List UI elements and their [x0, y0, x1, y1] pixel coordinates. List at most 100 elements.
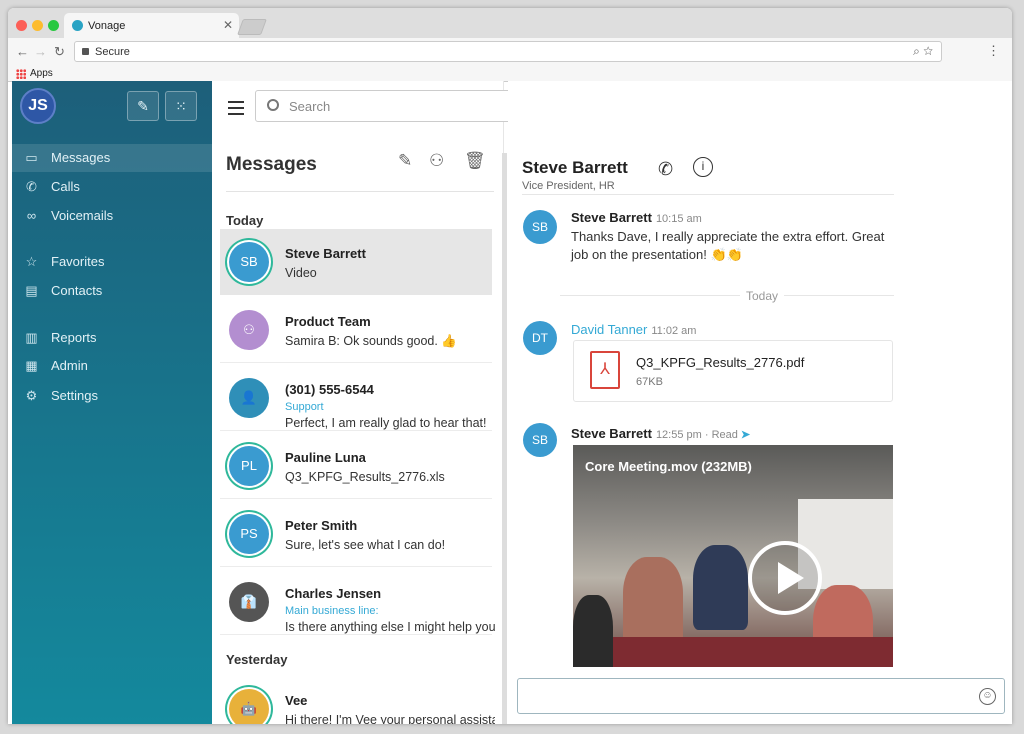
trash-icon[interactable]: 🗑 [464, 151, 486, 171]
dialpad-icon[interactable]: ⁙ [165, 91, 197, 121]
close-tab-icon[interactable]: ✕ [223, 18, 233, 32]
file-attachment[interactable]: ⅄ Q3_KPFG_Results_2776.pdf 67KB [573, 340, 893, 402]
address-bar[interactable]: Secure ⌕ ☆ [74, 41, 942, 62]
chat-icon: ▭ [25, 150, 38, 165]
phone-icon: ✆ [26, 179, 37, 194]
new-tab-button[interactable] [237, 19, 267, 35]
conversation-preview: Q3_KPFG_Results_2776.xls [285, 470, 445, 484]
hamburger-menu-icon[interactable] [228, 101, 244, 119]
conversation-preview: Samira B: Ok sounds good. 👍 [285, 334, 457, 348]
conversation-tag: Main business line: [285, 605, 379, 617]
browser-window: Vonage ✕ ← → ↻ Secure ⌕ ☆ ⋮ Apps JS ✎ ⁙ … [8, 8, 1012, 724]
sidebar-item-label: Calls [51, 179, 80, 194]
sidebar-item-settings[interactable]: ⚙ Settings [12, 382, 212, 410]
sender-avatar: SB [523, 210, 557, 244]
reload-icon[interactable]: ↻ [54, 44, 65, 60]
sender-avatar: SB [523, 423, 557, 457]
conversation-name: Pauline Luna [285, 450, 366, 465]
conversation-item[interactable]: ⚇ Product Team Samira B: Ok sounds good. 👍 [220, 297, 492, 363]
apps-bookmark[interactable]: Apps [30, 68, 53, 79]
sidebar-item-label: Admin [51, 358, 88, 373]
conversation-name: Charles Jensen [285, 586, 382, 601]
user-avatar[interactable]: JS [20, 88, 56, 124]
divider [226, 191, 494, 192]
conversation-preview: Video [285, 266, 317, 280]
tab-bar: Vonage ✕ [8, 8, 1012, 38]
sidebar-item-label: Settings [51, 388, 98, 403]
conversation-name: Peter Smith [285, 518, 358, 533]
chat-contact-name: Steve Barrett [522, 158, 628, 177]
gear-icon: ⚙ [25, 388, 38, 403]
sender-avatar: DT [523, 321, 557, 355]
browser-menu-icon[interactable]: ⋮ [987, 43, 1000, 59]
conversation-name: (301) 555-6544 [285, 382, 374, 397]
avatar: 👤 [229, 378, 269, 418]
voicemail-icon: ∞ [26, 208, 37, 223]
conversation-preview: Perfect, I am really glad to hear that! [285, 416, 487, 430]
avatar: SB [229, 242, 269, 282]
star-icon: ☆ [25, 254, 38, 269]
scrollbar[interactable] [502, 153, 507, 724]
conversation-item[interactable]: 🤖 Vee Hi there! I'm Vee your personal assi… [220, 676, 495, 724]
info-icon[interactable]: i [693, 157, 713, 177]
sidebar-item-contacts[interactable]: ▤ Contacts [12, 277, 212, 305]
conversation-name: Vee [285, 693, 308, 708]
message-input[interactable]: ☺ [517, 678, 1005, 714]
conversation-name: Steve Barrett [285, 246, 366, 261]
browser-toolbar: ← → ↻ Secure ⌕ ☆ ⋮ [8, 38, 1012, 66]
sidebar-item-favorites[interactable]: ☆ Favorites [12, 248, 212, 276]
minimize-window-button[interactable] [32, 20, 43, 31]
back-icon[interactable]: ← [16, 44, 29, 59]
call-icon[interactable]: ✆ [658, 159, 673, 180]
sidebar-item-messages[interactable]: ▭ Messages [12, 144, 212, 172]
avatar: ⚇ [229, 310, 269, 350]
message-text: Thanks Dave, I really appreciate the ext… [571, 229, 885, 262]
conversation-item[interactable]: 👤 (301) 555-6544 Support Perfect, I am real… [220, 365, 492, 431]
chat-panel: Steve Barrett Vice President, HR ✆ i SB … [508, 81, 1012, 724]
section-today: Today [226, 213, 264, 228]
sidebar: JS ✎ ⁙ ▭ Messages ✆ Calls ∞ Voicemails ☆ Favori… [12, 81, 212, 724]
conversation-name: Product Team [285, 314, 371, 329]
conversation-item[interactable]: PL Pauline Luna Q3_KPFG_Results_2776.xls [220, 433, 492, 499]
bookmark-star-icon[interactable]: ⌕ ☆ [913, 44, 933, 59]
sidebar-item-reports[interactable]: ▥ Reports [12, 324, 212, 352]
today-divider-label: Today [740, 289, 785, 303]
person-image [573, 595, 613, 667]
sidebar-item-voicemails[interactable]: ∞ Voicemails [12, 202, 212, 230]
reports-icon: ▥ [25, 330, 38, 345]
section-yesterday: Yesterday [226, 652, 288, 667]
video-attachment[interactable]: Core Meeting.mov (232MB) [573, 445, 893, 667]
message-sender: Steve Barrett 12:55 pm · Read ➤ [571, 426, 751, 441]
close-window-button[interactable] [16, 20, 27, 31]
sidebar-item-calls[interactable]: ✆ Calls [12, 173, 212, 201]
bookmarks-bar: Apps [8, 66, 1012, 82]
browser-tab[interactable]: Vonage ✕ [64, 13, 239, 38]
sidebar-item-admin[interactable]: ▦ Admin [12, 352, 212, 380]
chat-contact-title: Vice President, HR [522, 180, 615, 192]
video-title: Core Meeting.mov (232MB) [585, 459, 752, 474]
file-size: 67KB [636, 376, 663, 388]
play-icon[interactable] [748, 541, 822, 615]
emoji-icon[interactable]: ☺ [979, 688, 996, 705]
maximize-window-button[interactable] [48, 20, 59, 31]
conversation-preview: Hi there! I'm Vee your personal assistan… [285, 713, 495, 724]
new-message-icon[interactable]: ✎ [398, 151, 412, 171]
conversation-item[interactable]: 👔 Charles Jensen Main business line: Is the… [220, 569, 495, 635]
sidebar-item-label: Voicemails [51, 208, 114, 223]
message-time: 12:55 pm · Read [655, 429, 738, 441]
sidebar-item-label: Reports [51, 330, 97, 345]
conversation-item[interactable]: PS Peter Smith Sure, let's see what I can … [220, 501, 492, 567]
new-group-icon[interactable]: ⚇ [429, 151, 444, 171]
search-icon [267, 99, 279, 111]
search-placeholder: Search [289, 99, 331, 114]
sidebar-item-label: Contacts [51, 283, 103, 298]
compose-icon[interactable]: ✎ [127, 91, 159, 121]
file-name: Q3_KPFG_Results_2776.pdf [636, 355, 805, 370]
message-time: 11:02 am [651, 325, 697, 337]
message-sender: David Tanner 11:02 am [571, 322, 697, 337]
person-image [623, 557, 683, 647]
lock-icon [82, 48, 89, 55]
conversation-item[interactable]: SB Steve Barrett Video [220, 229, 492, 295]
forward-icon[interactable]: → [34, 44, 47, 59]
read-receipt-icon: ➤ [740, 429, 751, 441]
